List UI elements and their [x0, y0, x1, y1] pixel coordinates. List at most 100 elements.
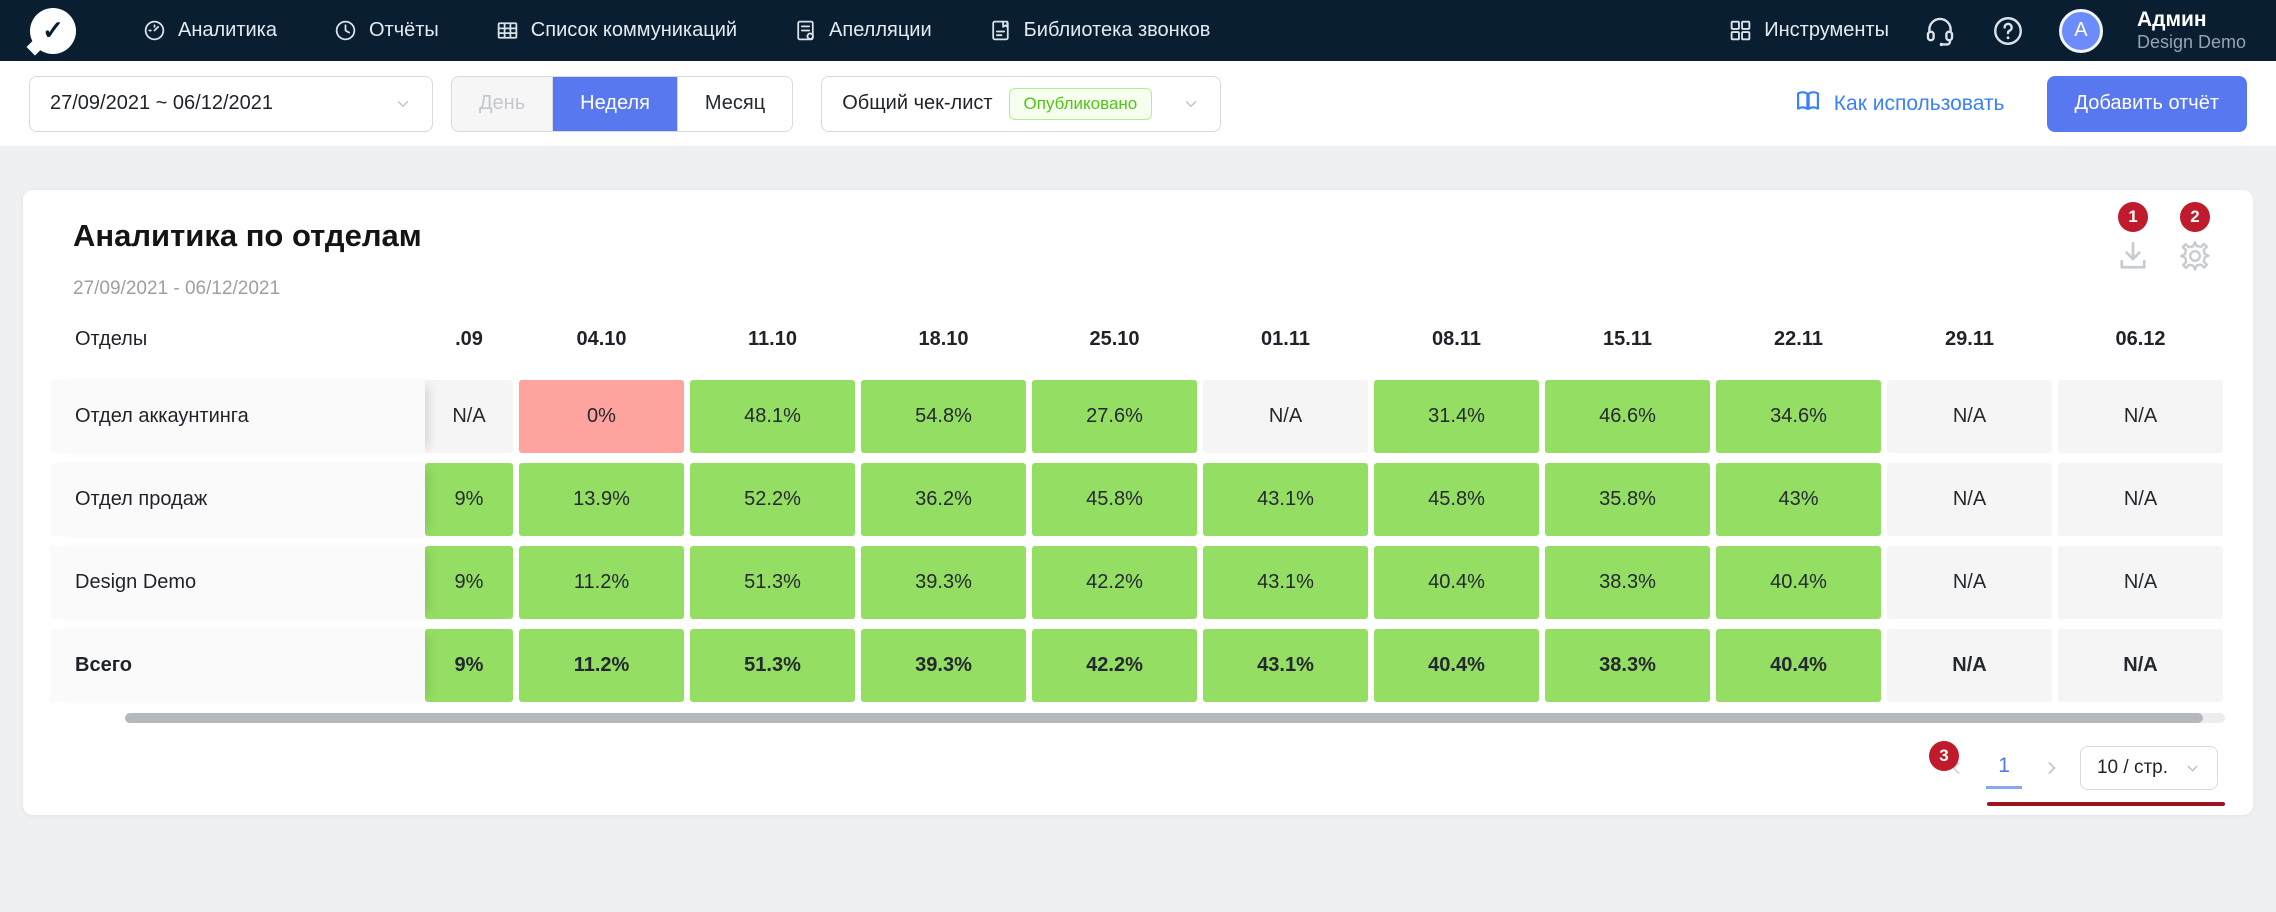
- column-header-date: 22.11: [1716, 328, 1881, 351]
- score-cell: 9%: [425, 629, 513, 702]
- checklist-select[interactable]: Общий чек-лист Опубликовано: [821, 76, 1221, 132]
- report-title: Аналитика по отделам: [73, 218, 422, 254]
- column-header-date: 06.12: [2058, 328, 2223, 351]
- score-cell: 9%: [425, 463, 513, 536]
- period-segmented-control: ДеньНеделяМесяц: [451, 76, 793, 132]
- nav-item-label: Библиотека звонков: [1024, 19, 1211, 42]
- avatar[interactable]: A: [2059, 9, 2103, 53]
- chevron-down-icon: [394, 95, 412, 113]
- score-cell: N/A: [425, 380, 513, 453]
- support-headset-icon[interactable]: [1923, 14, 1957, 48]
- column-header-date: 11.10: [690, 328, 855, 351]
- score-cell: 48.1%: [690, 380, 855, 453]
- top-nav: ✓ Аналитика Отчёты Список коммуникаций Апел…: [0, 0, 2276, 61]
- call-library-icon: [988, 18, 1013, 43]
- score-cell: 31.4%: [1374, 380, 1539, 453]
- page-size-value: 10 / стр.: [2097, 757, 2168, 779]
- score-cell: 34.6%: [1716, 380, 1881, 453]
- add-report-button[interactable]: Добавить отчёт: [2047, 76, 2248, 132]
- avatar-letter: A: [2074, 19, 2087, 42]
- score-cell: N/A: [2058, 380, 2223, 453]
- period-option[interactable]: Месяц: [677, 77, 792, 131]
- column-header-date: 15.11: [1545, 328, 1710, 351]
- chevron-down-icon: [2184, 760, 2201, 777]
- score-cell: 43.1%: [1203, 463, 1368, 536]
- column-header-date: 01.11: [1203, 328, 1368, 351]
- chevron-down-icon: [1182, 95, 1200, 113]
- score-cell: 42.2%: [1032, 546, 1197, 619]
- score-cell: N/A: [2058, 546, 2223, 619]
- apps-grid-icon: [1728, 18, 1753, 43]
- column-header-date: .09: [425, 328, 513, 351]
- score-cell: 13.9%: [519, 463, 684, 536]
- filters-toolbar: 27/09/2021 ~ 06/12/2021 ДеньНеделяМесяц …: [0, 61, 2276, 147]
- score-cell: 0%: [519, 380, 684, 453]
- score-cell: 43%: [1716, 463, 1881, 536]
- table-row: Отдел продаж9%13.9%52.2%36.2%45.8%43.1%4…: [50, 463, 2226, 536]
- period-option[interactable]: Неделя: [552, 77, 677, 131]
- download-icon[interactable]: 1: [2115, 238, 2151, 274]
- department-label: Design Demo: [50, 546, 425, 619]
- annotation-badge-2: 2: [2180, 202, 2210, 232]
- annotation-underline-3: [1987, 802, 2225, 806]
- score-cell: 54.8%: [861, 380, 1026, 453]
- column-header-date: 04.10: [519, 328, 684, 351]
- checklist-label: Общий чек-лист: [842, 92, 992, 115]
- table-row: Всего9%11.2%51.3%39.3%42.2%43.1%40.4%38.…: [50, 629, 2226, 702]
- score-cell: 38.3%: [1545, 546, 1710, 619]
- column-header-departments: Отделы: [50, 328, 425, 351]
- nav-item-label: Инструменты: [1764, 19, 1889, 42]
- nav-right-cluster: Инструменты A Админ Design Demo: [1728, 7, 2246, 54]
- appeal-doc-icon: [793, 18, 818, 43]
- annotation-badge-1: 1: [2118, 202, 2148, 232]
- table-row: Отдел аккаунтингаN/A0%48.1%54.8%27.6%N/A…: [50, 380, 2226, 453]
- column-header-date: 18.10: [861, 328, 1026, 351]
- horizontal-scrollbar-track[interactable]: [125, 713, 2225, 723]
- department-label: Отдел аккаунтинга: [50, 380, 425, 453]
- score-cell: N/A: [2058, 463, 2223, 536]
- app-logo[interactable]: ✓: [30, 8, 76, 54]
- date-range-select[interactable]: 27/09/2021 ~ 06/12/2021: [29, 76, 433, 132]
- book-icon: [1794, 87, 1822, 121]
- department-label: Отдел продаж: [50, 463, 425, 536]
- horizontal-scrollbar-thumb[interactable]: [125, 713, 2203, 723]
- nav-item-reports[interactable]: Отчёты: [333, 18, 439, 43]
- nav-item-tools[interactable]: Инструменты: [1728, 18, 1889, 43]
- annotation-badge-3: 3: [1929, 741, 1959, 771]
- score-cell: 42.2%: [1032, 629, 1197, 702]
- pagination: 1 10 / стр.: [1943, 745, 2218, 791]
- score-cell: 45.8%: [1032, 463, 1197, 536]
- score-cell: 35.8%: [1545, 463, 1710, 536]
- nav-item-label: Отчёты: [369, 19, 439, 42]
- nav-item-communications-list[interactable]: Список коммуникаций: [495, 18, 737, 43]
- page-size-select[interactable]: 10 / стр.: [2080, 746, 2218, 790]
- report-card: Аналитика по отделам 27/09/2021 - 06/12/…: [23, 190, 2253, 815]
- score-cell: 11.2%: [519, 546, 684, 619]
- score-cell: N/A: [1887, 463, 2052, 536]
- settings-gear-icon[interactable]: 2: [2177, 238, 2213, 274]
- score-cell: 36.2%: [861, 463, 1026, 536]
- score-cell: 51.3%: [690, 546, 855, 619]
- nav-item-analytics[interactable]: Аналитика: [142, 18, 277, 43]
- next-page-icon[interactable]: [2037, 758, 2065, 778]
- current-page[interactable]: 1: [1986, 748, 2022, 789]
- how-to-use-link[interactable]: Как использовать: [1794, 87, 2005, 121]
- period-option[interactable]: День: [452, 77, 552, 131]
- score-cell: 27.6%: [1032, 380, 1197, 453]
- nav-item-appeals[interactable]: Апелляции: [793, 18, 932, 43]
- logo-check-icon: ✓: [42, 15, 64, 46]
- nav-item-label: Апелляции: [829, 19, 932, 42]
- nav-item-call-library[interactable]: Библиотека звонков: [988, 18, 1211, 43]
- user-info[interactable]: Админ Design Demo: [2137, 7, 2246, 54]
- table-row: Design Demo9%11.2%51.3%39.3%42.2%43.1%40…: [50, 546, 2226, 619]
- score-cell: 46.6%: [1545, 380, 1710, 453]
- column-header-date: 29.11: [1887, 328, 2052, 351]
- help-icon[interactable]: [1991, 14, 2025, 48]
- score-cell: 39.3%: [861, 629, 1026, 702]
- nav-item-label: Аналитика: [178, 19, 277, 42]
- status-badge: Опубликовано: [1009, 88, 1153, 120]
- score-cell: 43.1%: [1203, 629, 1368, 702]
- table-icon: [495, 18, 520, 43]
- score-cell: 9%: [425, 546, 513, 619]
- score-cell: N/A: [1887, 380, 2052, 453]
